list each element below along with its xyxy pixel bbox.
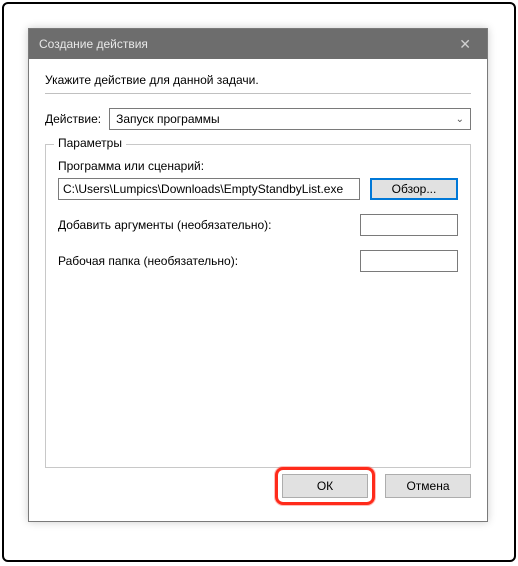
screenshot-frame: Создание действия ✕ Укажите действие для…	[2, 2, 516, 562]
startin-label: Рабочая папка (необязательно):	[58, 254, 238, 268]
arguments-row: Добавить аргументы (необязательно):	[58, 214, 458, 236]
button-bar: ОК Отмена	[275, 467, 471, 505]
program-label: Программа или сценарий:	[58, 159, 458, 173]
chevron-down-icon: ⌄	[456, 114, 464, 125]
program-row: Обзор...	[58, 178, 458, 200]
arguments-label: Добавить аргументы (необязательно):	[58, 218, 271, 232]
fieldset-legend: Параметры	[54, 136, 126, 150]
parameters-fieldset: Параметры Программа или сценарий: Обзор.…	[45, 144, 471, 468]
action-select-value: Запуск программы	[116, 112, 220, 126]
divider	[45, 93, 471, 94]
instruction-text: Укажите действие для данной задачи.	[45, 73, 471, 87]
ok-highlight-frame: ОК	[275, 467, 375, 505]
action-row: Действие: Запуск программы ⌄	[45, 108, 471, 130]
dialog-content: Укажите действие для данной задачи. Дейс…	[29, 59, 487, 468]
action-select[interactable]: Запуск программы ⌄	[109, 108, 471, 130]
dialog-title: Создание действия	[39, 37, 148, 51]
browse-button[interactable]: Обзор...	[370, 178, 458, 200]
arguments-input[interactable]	[360, 214, 458, 236]
startin-row: Рабочая папка (необязательно):	[58, 250, 458, 272]
titlebar: Создание действия ✕	[29, 29, 487, 59]
action-label: Действие:	[45, 112, 101, 126]
cancel-button[interactable]: Отмена	[385, 474, 471, 498]
close-icon[interactable]: ✕	[453, 36, 477, 53]
create-action-dialog: Создание действия ✕ Укажите действие для…	[28, 28, 488, 522]
startin-input[interactable]	[360, 250, 458, 272]
program-input[interactable]	[58, 178, 360, 200]
ok-button[interactable]: ОК	[282, 474, 368, 498]
